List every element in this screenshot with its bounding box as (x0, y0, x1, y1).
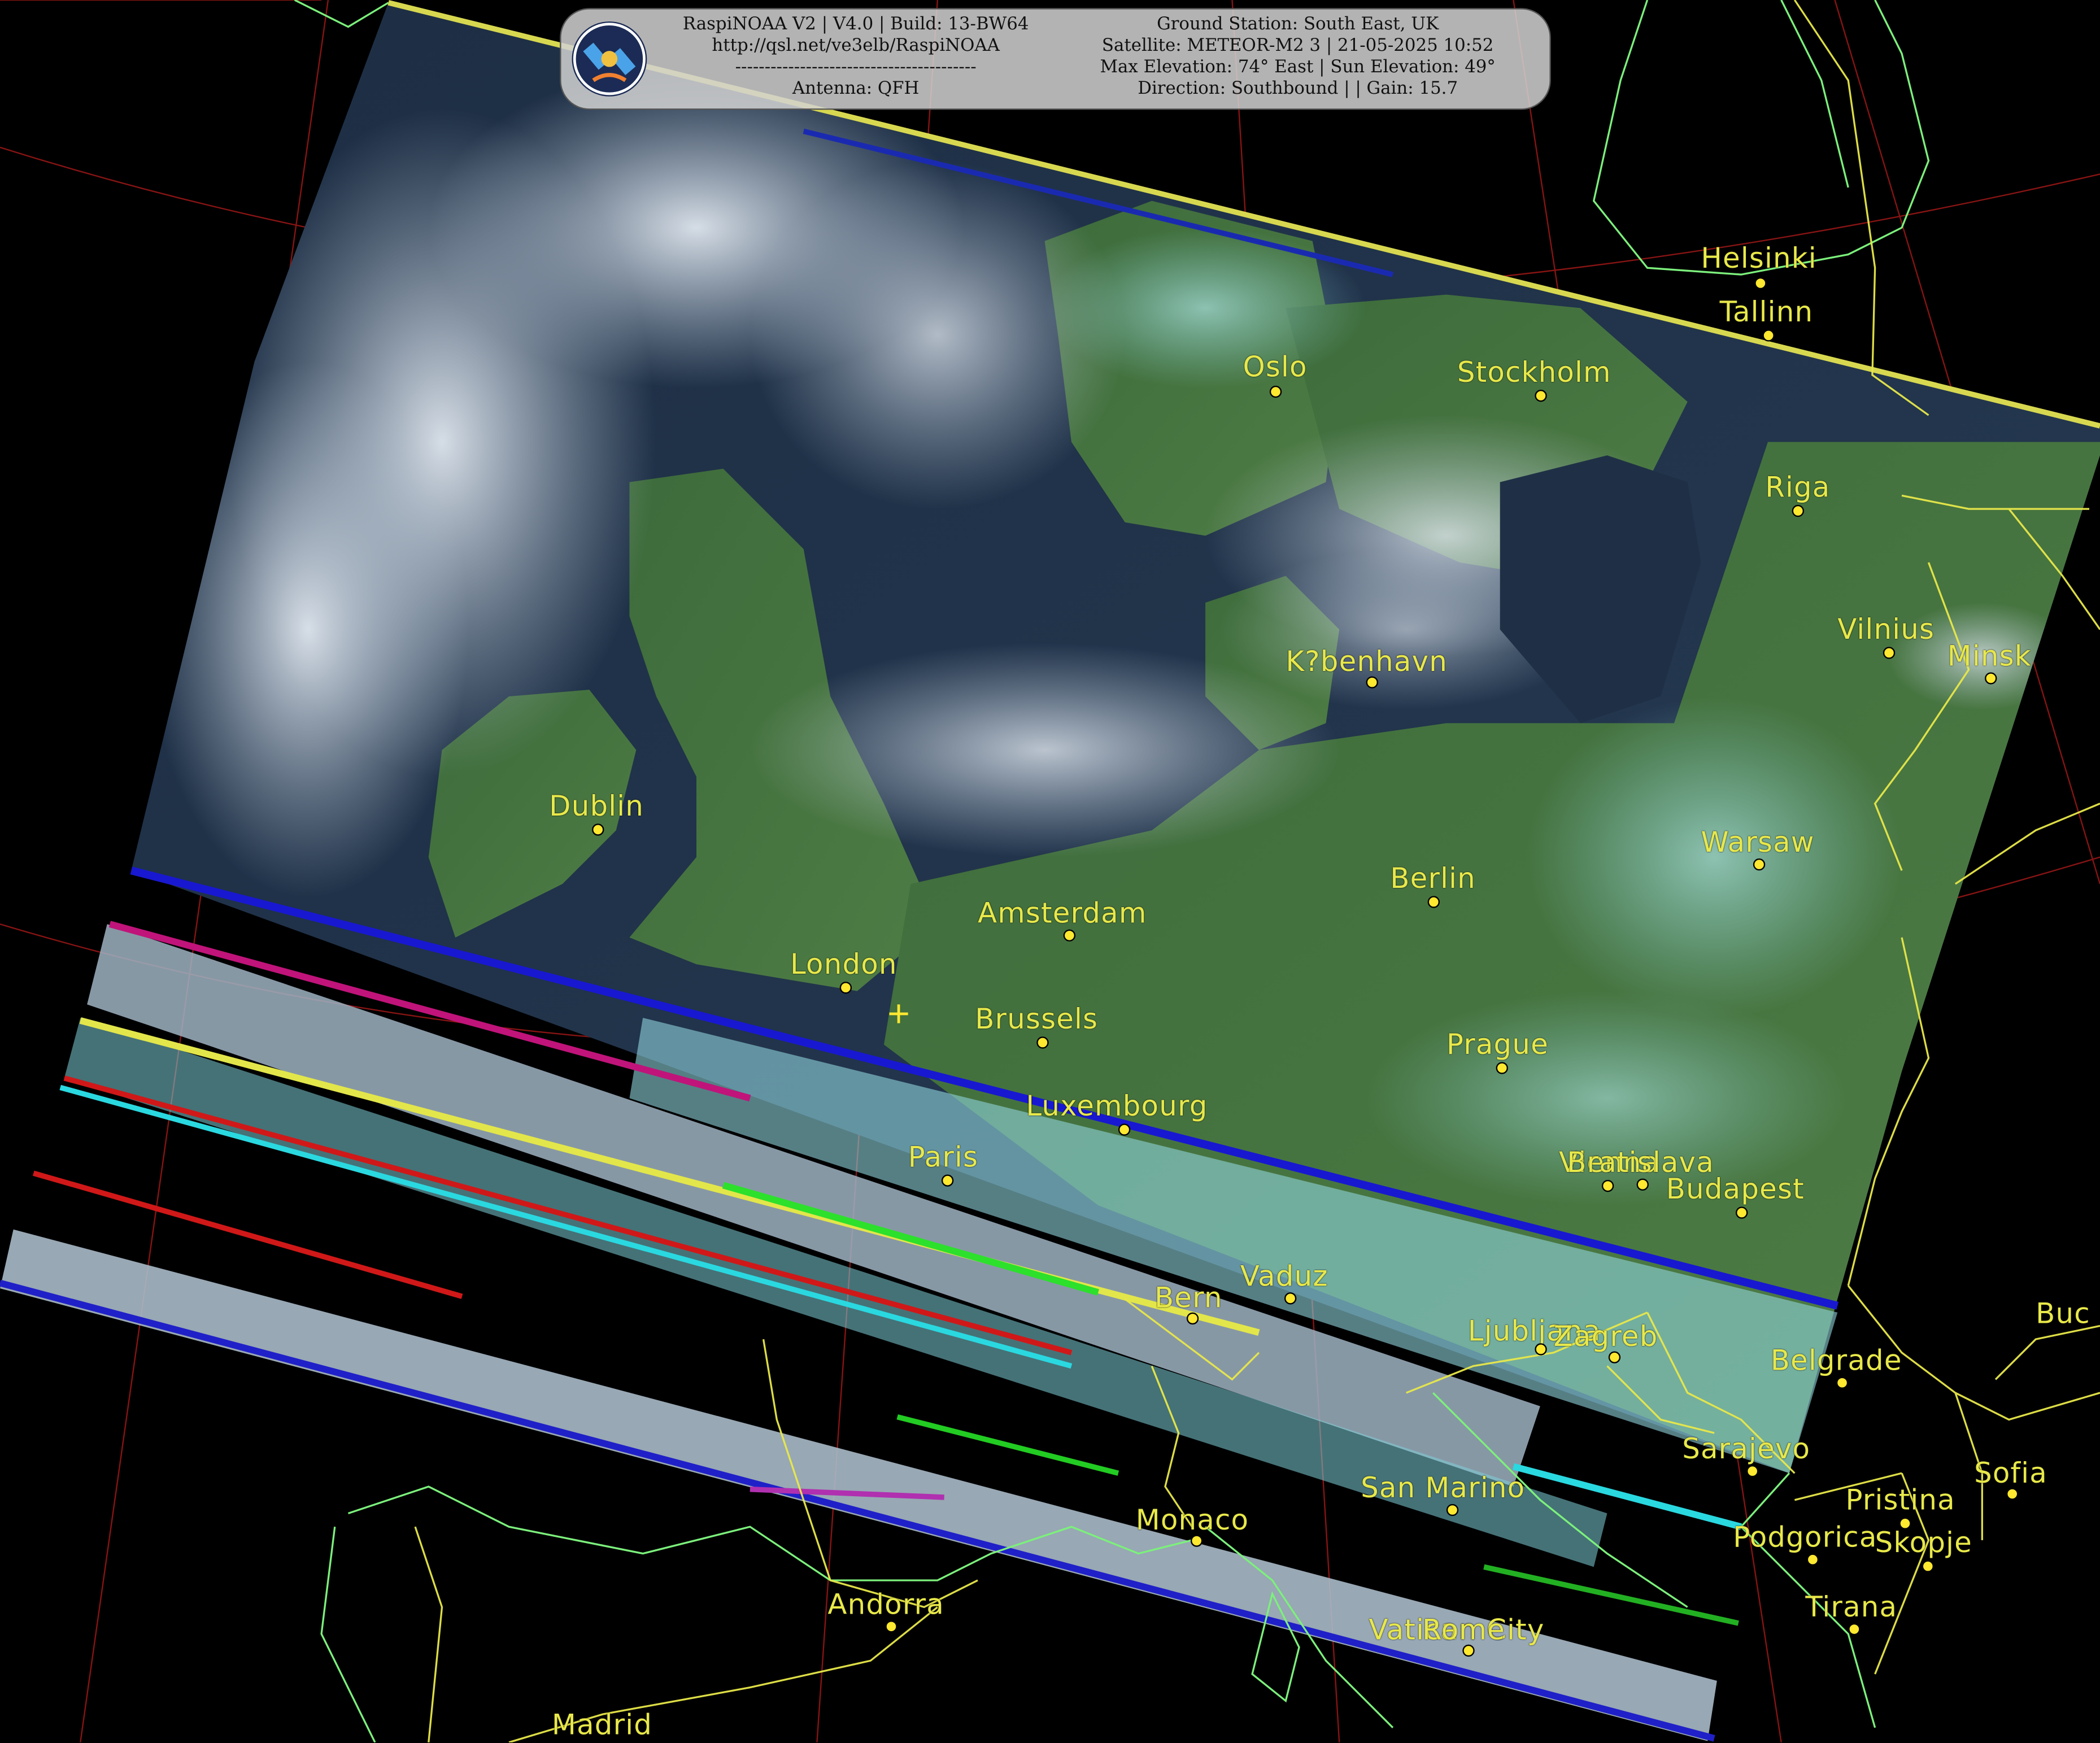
city-dot (1446, 1504, 1459, 1517)
city-label-warsaw: Warsaw (1701, 826, 1815, 859)
city-dot (1601, 1180, 1614, 1192)
city-dot (1186, 1312, 1199, 1325)
city-label-amsterdam: Amsterdam (977, 897, 1147, 930)
city-dot (1836, 1376, 1849, 1389)
city-label-sarajevo: Sarajevo (1682, 1433, 1811, 1466)
city-label-helsinki: Helsinki (1701, 242, 1817, 275)
city-label-luxembourg: Luxembourg (1026, 1090, 1208, 1123)
city-dot (1762, 329, 1775, 342)
city-dot (1753, 858, 1766, 871)
city-dot (1746, 1465, 1759, 1478)
city-dot (941, 1174, 954, 1187)
city-dot (1427, 896, 1440, 908)
city-dot (1366, 676, 1378, 689)
city-label-zagreb: Zagreb (1553, 1320, 1658, 1353)
pass-details: Ground Station: South East, UK Satellite… (1070, 15, 1526, 101)
city-label-stockholm: Stockholm (1457, 356, 1611, 389)
pass-info-header: RaspiNOAA V2 | V4.0 | Build: 13-BW64 htt… (560, 8, 1551, 110)
city-label-vaduz: Vaduz (1240, 1260, 1328, 1293)
city-dot (885, 1620, 897, 1633)
city-dot (1462, 1644, 1475, 1657)
direction-gain: Direction: Southbound | | Gain: 15.7 (1138, 79, 1458, 99)
city-label-london: London (790, 948, 897, 981)
city-label-kobenhavn: K?benhavn (1286, 645, 1448, 678)
city-label-bucharest-partial: Buc (2036, 1297, 2090, 1330)
city-label-tallinn: Tallinn (1719, 296, 1814, 328)
city-dot (1190, 1535, 1203, 1547)
city-label-brussels: Brussels (975, 1003, 1099, 1035)
city-label-san-marino: San Marino (1361, 1471, 1526, 1504)
city-label-monaco: Monaco (1135, 1504, 1249, 1536)
city-dot (1922, 1560, 1934, 1572)
city-label-madrid: Madrid (551, 1709, 653, 1741)
city-dot (2006, 1488, 2019, 1500)
city-label-podgorica: Podgorica (1733, 1521, 1877, 1554)
antenna-info: Antenna: QFH (792, 79, 920, 99)
city-label-andorra: Andorra (827, 1588, 944, 1621)
city-label-minsk: Minsk (1947, 640, 2032, 673)
city-label-sofia: Sofia (1974, 1457, 2048, 1489)
city-label-dublin: Dublin (549, 790, 644, 822)
city-dot (1636, 1178, 1649, 1191)
city-label-riga: Riga (1765, 471, 1831, 504)
city-label-skopje: Skopje (1875, 1527, 1972, 1559)
city-dot (1754, 277, 1767, 290)
ground-station: Ground Station: South East, UK (1157, 15, 1439, 35)
satellite-info: Satellite: METEOR-M2 3 | 21-05-2025 10:5… (1101, 36, 1494, 56)
software-url: http://qsl.net/ve3elb/RaspiNOAA (712, 36, 1000, 56)
city-label-tirana: Tirana (1805, 1591, 1898, 1623)
city-dot (1535, 390, 1547, 402)
city-dot (1036, 1036, 1049, 1049)
city-dot (1269, 385, 1282, 398)
city-dot (839, 982, 852, 994)
city-dot (1848, 1623, 1861, 1636)
city-dot (1063, 929, 1076, 942)
city-label-belgrade: Belgrade (1770, 1344, 1902, 1377)
city-dot (1736, 1206, 1748, 1219)
city-label-berlin: Berlin (1390, 862, 1476, 895)
satellite-logo-icon (572, 21, 647, 97)
city-dot (1284, 1292, 1297, 1305)
elevation-info: Max Elevation: 74° East | Sun Elevation:… (1100, 57, 1496, 78)
city-dot (1496, 1062, 1508, 1074)
city-dot (1608, 1351, 1621, 1363)
city-dot (592, 823, 604, 836)
separator: ----------------------------------------… (735, 57, 977, 78)
city-dot (1806, 1553, 1819, 1566)
city-label-pristina: Pristina (1845, 1484, 1955, 1517)
city-label-budapest: Budapest (1666, 1173, 1805, 1206)
city-label-rome: Rome (1422, 1614, 1505, 1646)
city-dot (1985, 672, 1997, 685)
city-label-prague: Prague (1446, 1029, 1549, 1061)
city-label-paris: Paris (908, 1141, 979, 1174)
city-dot (1535, 1343, 1547, 1356)
city-label-vilnius: Vilnius (1837, 613, 1935, 646)
city-label-bern: Bern (1154, 1282, 1223, 1314)
city-dot (1792, 504, 1804, 517)
map-viewer: Helsinki Tallinn Oslo Stockholm Riga Vil… (0, 0, 2100, 1742)
city-label-oslo: Oslo (1243, 351, 1308, 384)
station-software-info: RaspiNOAA V2 | V4.0 | Build: 13-BW64 htt… (655, 15, 1057, 101)
software-version: RaspiNOAA V2 | V4.0 | Build: 13-BW64 (682, 15, 1029, 35)
city-dot (1883, 647, 1896, 659)
city-dot (1118, 1123, 1131, 1136)
